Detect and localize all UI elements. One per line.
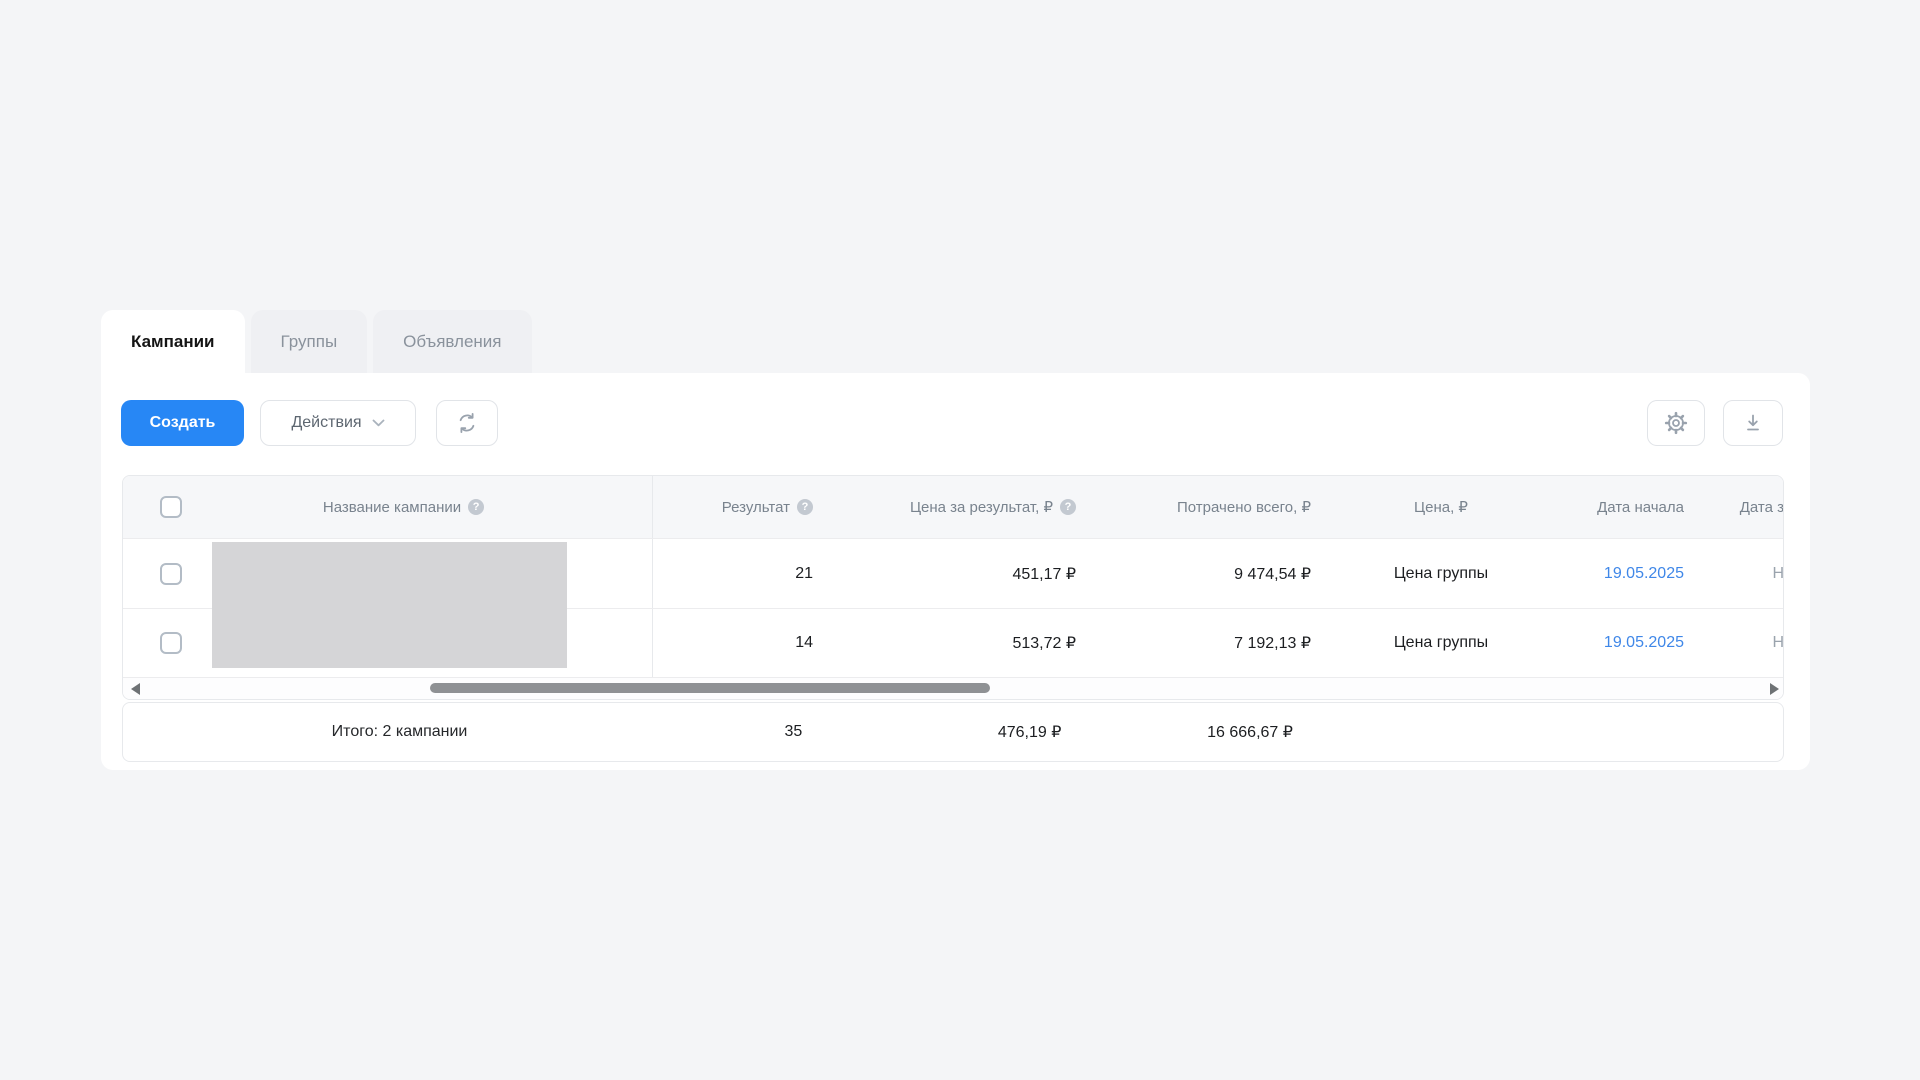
spent-total-cell: 9 474,54 ₽ [1234,565,1311,583]
header-result[interactable]: Результат ? [653,476,837,538]
create-button[interactable]: Создать [121,400,244,446]
totals-result: 35 [784,723,803,740]
header-cost-per-result[interactable]: Цена за результат, ₽ ? [837,476,1100,538]
scrollbar-thumb[interactable] [430,683,990,693]
totals-cost-per-result: 476,19 ₽ [997,724,1062,741]
refresh-icon [459,413,475,434]
help-icon[interactable]: ? [468,499,485,515]
select-all-checkbox[interactable] [160,496,182,518]
price-cell: Цена группы [1393,564,1489,582]
end-date-cell: Н [1772,634,1784,651]
totals-row: Итого: 2 кампании 35 476,19 ₽ 16 666,67 … [122,702,1784,762]
row-checkbox[interactable] [160,562,182,585]
actions-dropdown-button[interactable]: Действия [260,400,416,446]
redacted-campaign-names [212,542,567,668]
table-header-row: Название кампании ? Результат ? Цена за … [123,476,1783,538]
totals-spent-total: 16 666,67 ₽ [1207,724,1293,741]
settings-button[interactable] [1647,400,1705,446]
header-campaign-name[interactable]: Название кампании ? [246,476,561,538]
tab-campaigns[interactable]: Кампании [101,310,245,373]
gear-icon [1664,411,1688,435]
start-date-link[interactable]: 19.05.2025 [1604,634,1684,652]
cost-per-result-cell: 513,72 ₽ [1012,635,1076,652]
totals-label: Итого: 2 кампании [331,723,468,740]
scroll-left-arrow[interactable] [131,683,140,695]
result-cell: 14 [795,634,813,651]
download-icon [1747,414,1759,431]
horizontal-scrollbar[interactable] [123,677,1783,699]
end-date-cell: Н [1772,564,1784,582]
chevron-down-icon [372,419,384,427]
tab-ads[interactable]: Объявления [373,310,532,373]
scroll-right-arrow[interactable] [1770,683,1779,695]
header-select-all-cell [123,476,246,538]
row-checkbox[interactable] [160,632,182,654]
tab-groups[interactable]: Группы [250,310,368,373]
header-date-end[interactable]: Дата з [1708,476,1783,538]
help-icon[interactable]: ? [1060,499,1076,515]
header-date-start[interactable]: Дата начала [1547,476,1708,538]
frozen-column-divider [561,476,653,538]
start-date-link[interactable]: 19.05.2025 [1604,565,1684,583]
export-button[interactable] [1723,400,1783,446]
price-cell: Цена группы [1393,634,1489,651]
refresh-button[interactable] [436,400,498,446]
spent-total-cell: 7 192,13 ₽ [1234,635,1311,652]
cost-per-result-cell: 451,17 ₽ [1012,565,1076,583]
header-spent-total[interactable]: Потрачено всего, ₽ [1100,476,1335,538]
campaigns-panel: Создать Действия Название кампании ? Рез… [101,373,1810,770]
header-price[interactable]: Цена, ₽ [1335,476,1547,538]
tab-bar: Кампании Группы Объявления [101,310,532,373]
help-icon[interactable]: ? [797,499,813,515]
result-cell: 21 [795,564,813,582]
actions-label: Действия [291,414,362,431]
